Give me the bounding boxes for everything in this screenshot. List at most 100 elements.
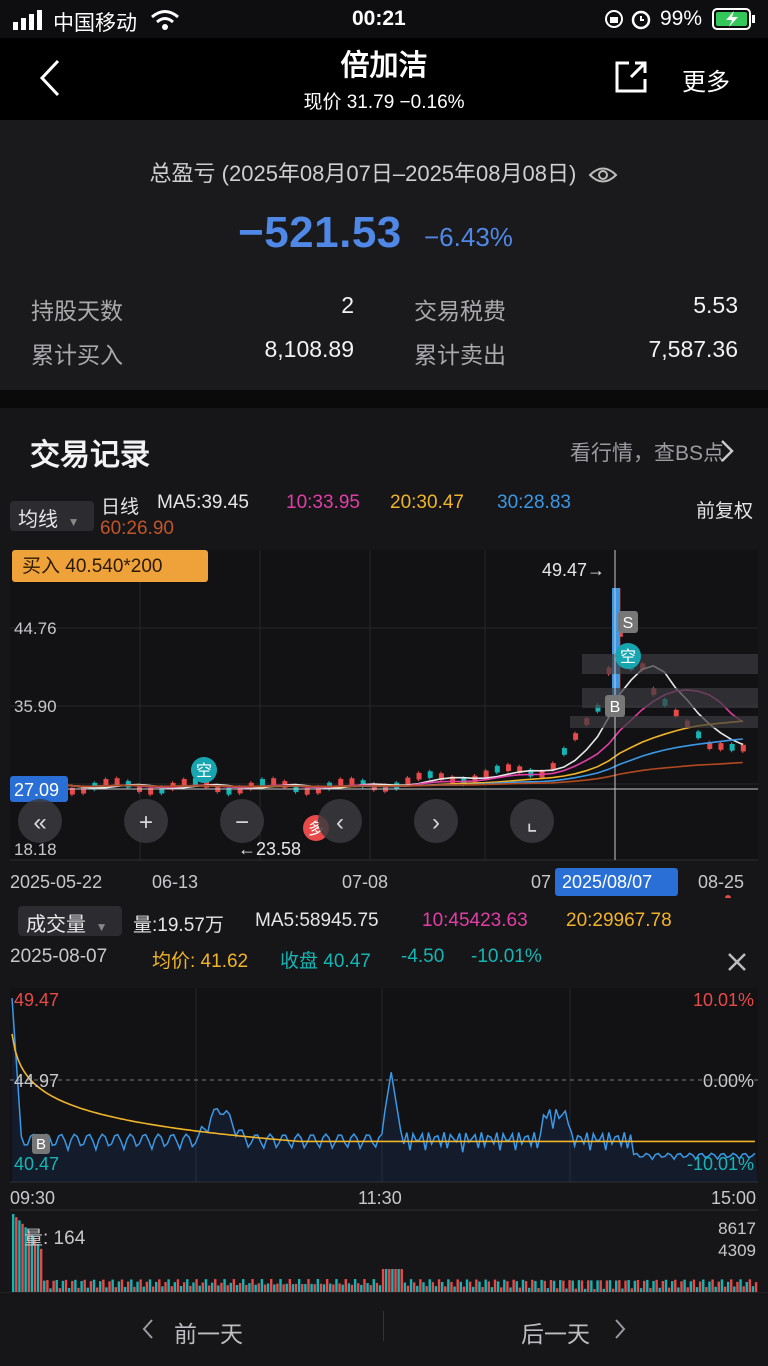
volume-bar: [708, 1281, 711, 1292]
candle-body-highlight: [612, 588, 620, 700]
volume-bar: [456, 1279, 459, 1292]
close-icon[interactable]: [726, 951, 748, 973]
volume-bar: [552, 1280, 556, 1292]
volume-bar: [400, 1269, 403, 1292]
volume-bar: [288, 1279, 292, 1292]
volume-bar: [534, 1280, 537, 1292]
volume-bar: [397, 1269, 400, 1292]
volume-bar: [148, 1279, 152, 1292]
tax-fee-label: 交易税费: [414, 298, 506, 324]
volume-bar: [605, 1280, 609, 1292]
volume-bar: [468, 1281, 472, 1292]
prev-day-button[interactable]: 前一天: [174, 1315, 243, 1349]
volume-bar: [257, 1283, 260, 1292]
volume-bar: [322, 1284, 326, 1292]
volume-bar: [726, 1281, 730, 1292]
volume-bar: [674, 1279, 677, 1292]
volume-bar: [139, 1279, 142, 1292]
volume-bar: [276, 1283, 279, 1292]
volume-bar: [745, 1282, 748, 1292]
volume-bar: [301, 1284, 304, 1292]
battery-percent: 99%: [660, 7, 703, 30]
caret-down-icon: ▼: [67, 515, 80, 529]
chevron-left-icon[interactable]: [140, 1317, 156, 1341]
ma10-value: 10:33.95: [286, 492, 360, 513]
volume-bar: [633, 1280, 637, 1292]
volume-bar: [636, 1279, 640, 1292]
volume-bar: [226, 1285, 229, 1292]
intraday-close: 收盘 40.47: [280, 951, 371, 972]
next-day-button[interactable]: 后一天: [521, 1315, 590, 1349]
chevron-right-icon[interactable]: [612, 1317, 628, 1341]
volume-bar: [251, 1279, 254, 1292]
candle-body: [696, 731, 702, 739]
volume-bar: [210, 1282, 214, 1292]
indicator-select-dropdown[interactable]: 成交量 ▼: [18, 906, 122, 936]
volume-ma10: 10:45423.63: [422, 910, 528, 931]
kline-chart[interactable]: 44.7635.9027.0918.1849.47→←23.58买入 40.54…: [0, 538, 768, 898]
volume-bar: [145, 1281, 149, 1292]
eye-icon[interactable]: [588, 165, 618, 185]
volume-bar: [615, 1280, 618, 1292]
volume-bar: [52, 1280, 55, 1292]
volume-bar: [664, 1279, 668, 1292]
volume-bar: [608, 1280, 612, 1292]
volume-bar: [186, 1279, 189, 1292]
volume-bar: [294, 1283, 298, 1292]
price-label-high: 44.76: [14, 619, 57, 638]
intraday-date: 2025-08-07: [10, 946, 108, 967]
total-pl-value: −521.53: [238, 208, 402, 257]
volume-bar: [297, 1279, 301, 1292]
volume-bar: [381, 1269, 385, 1292]
volume-bar: [568, 1280, 571, 1292]
pl-period-title: 总盈亏 (2025年08月07日–2025年08月08日): [0, 156, 768, 188]
price-label-mid: 35.90: [14, 697, 57, 716]
volume-bar: [512, 1279, 515, 1292]
volume-bar: [378, 1285, 382, 1292]
volume-bar: [120, 1279, 124, 1292]
intraday-avg: 均价: 41.62: [152, 951, 249, 972]
volume-bar: [111, 1279, 114, 1292]
next-icon: ›: [432, 809, 440, 836]
chevron-right-icon[interactable]: [718, 438, 736, 464]
intraday-change: -4.50: [401, 946, 445, 967]
volume-bar: [484, 1279, 487, 1292]
fullscreen-icon: ⌞: [526, 809, 537, 836]
share-icon[interactable]: [613, 59, 649, 95]
volume-bar: [577, 1280, 581, 1292]
volume-bar: [447, 1279, 450, 1292]
volume-bar: [127, 1281, 130, 1292]
volume-bar: [89, 1281, 93, 1292]
volume-bar: [571, 1280, 574, 1292]
current-price: 现价 31.79 −0.16%: [303, 92, 465, 113]
zoom-in-icon: +: [139, 809, 153, 836]
volume-bar: [385, 1269, 388, 1292]
total-pl-percent: −6.43%: [424, 222, 513, 252]
volume-bar: [260, 1279, 264, 1292]
volume-bar: [748, 1279, 752, 1292]
crosshair-price-label: 27.09: [14, 780, 59, 800]
adjust-mode-button[interactable]: 前复权: [696, 496, 753, 523]
profit-loss-card: 总盈亏 (2025年08月07日–2025年08月08日) −521.53 −6…: [0, 120, 768, 390]
volume-bar: [263, 1284, 267, 1292]
more-button[interactable]: 更多: [682, 62, 730, 97]
volume-bar: [717, 1281, 720, 1292]
intraday-change-pct: -10.01%: [471, 946, 542, 967]
volume-bar: [503, 1279, 506, 1292]
candle-body: [483, 770, 489, 778]
volume-bar: [347, 1283, 351, 1292]
volume-bar: [540, 1279, 543, 1292]
volume-bar: [220, 1282, 223, 1292]
tax-fee-value: 5.53: [693, 292, 738, 318]
volume-bar: [360, 1284, 363, 1292]
price-label-low: 18.18: [14, 840, 57, 859]
volume-bar: [624, 1280, 627, 1292]
intraday-chart[interactable]: 49.47 44.97 40.47 10.01% 0.00% -10.01% 09:30 11…: [0, 972, 768, 1292]
ma5-value: MA5:39.45: [157, 492, 249, 513]
volume-bar: [465, 1279, 469, 1292]
ma-select-dropdown[interactable]: 均线 ▼: [10, 501, 94, 531]
volume-bar: [353, 1279, 357, 1292]
volume-bar: [350, 1284, 354, 1292]
view-market-link[interactable]: 看行情，查BS点: [570, 437, 724, 467]
intraday-volume-label: 量: 164: [24, 1228, 86, 1249]
